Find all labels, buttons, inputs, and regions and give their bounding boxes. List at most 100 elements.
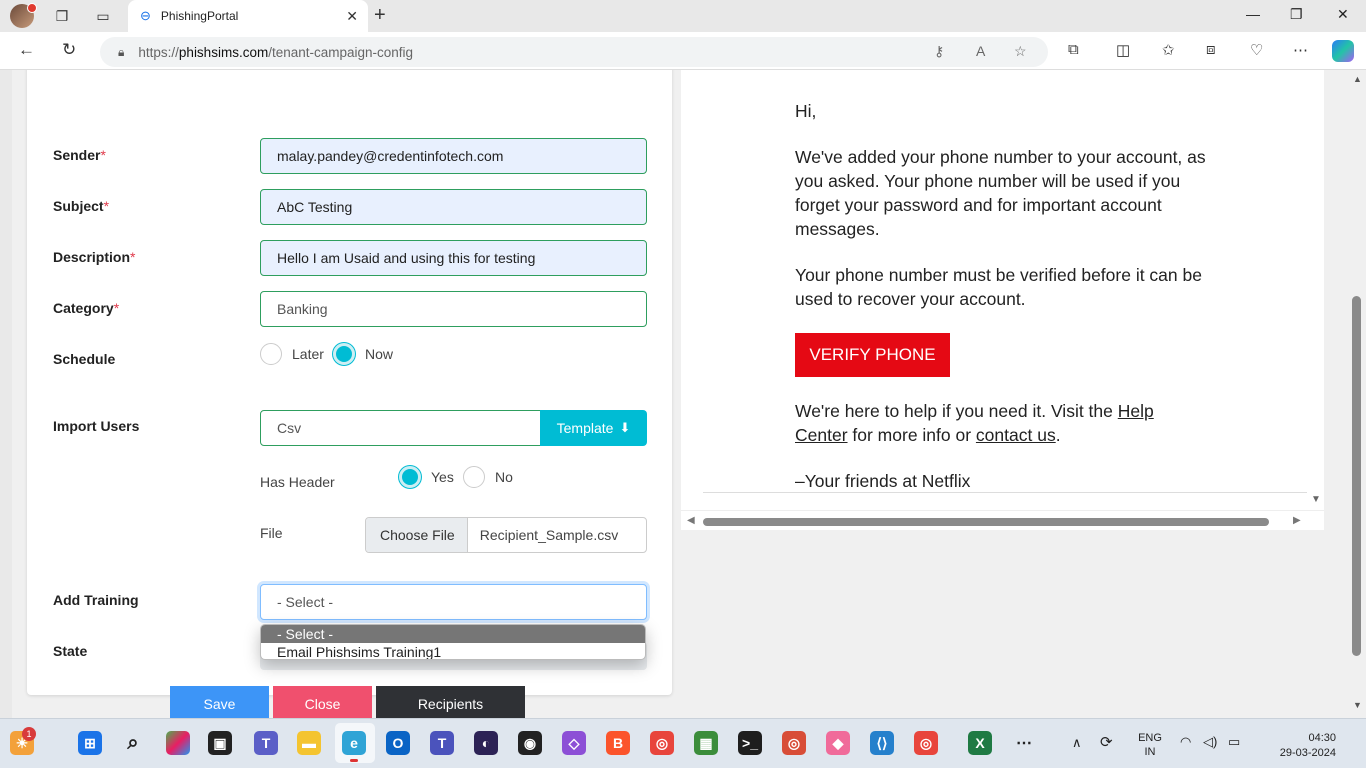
obs-icon[interactable]: ◉: [518, 731, 542, 755]
chrome-profile2-icon[interactable]: ◎: [914, 731, 938, 755]
preview-horizontal-scrollbar[interactable]: ◀ ▶: [681, 510, 1324, 530]
has-header-yes-radio[interactable]: [399, 466, 421, 488]
profile-avatar[interactable]: [10, 3, 37, 28]
dropdown-option[interactable]: - Select -: [261, 625, 645, 643]
copilot-app-icon[interactable]: [166, 731, 190, 755]
scrollbar-thumb[interactable]: [1352, 296, 1361, 656]
link-icon: ⊖: [140, 8, 151, 23]
scroll-right-arrow-icon[interactable]: ▶: [1293, 515, 1301, 526]
close-button[interactable]: Close: [273, 686, 372, 718]
language-indicator[interactable]: ENG IN: [1134, 731, 1166, 759]
task-view-icon[interactable]: ▣: [208, 731, 232, 755]
description-input[interactable]: Hello I am Usaid and using this for test…: [260, 240, 647, 276]
vscode-icon[interactable]: ⟨⟩: [870, 731, 894, 755]
signoff: –Your friends at Netflix: [795, 471, 971, 491]
teams-work-icon[interactable]: T: [430, 731, 454, 755]
visual-studio-icon[interactable]: ◇: [562, 731, 586, 755]
show-hidden-icons[interactable]: ∧: [1072, 735, 1082, 751]
scroll-down-arrow-icon[interactable]: ▼: [1311, 494, 1321, 505]
scroll-down-arrow-icon[interactable]: ▼: [1353, 700, 1362, 710]
read-aloud-icon[interactable]: A: [976, 43, 985, 59]
git-icon[interactable]: ◆: [826, 731, 850, 755]
browser-essentials-icon[interactable]: ♡: [1250, 41, 1263, 59]
chrome-icon[interactable]: ◎: [650, 731, 674, 755]
category-label: Category*: [53, 300, 120, 316]
copilot-icon[interactable]: [1332, 40, 1354, 62]
schedule-now-label: Now: [365, 346, 394, 362]
campaign-form: Sender* malay.pandey@credentinfotech.com…: [27, 70, 672, 718]
back-icon[interactable]: ←: [18, 40, 35, 60]
url-bar[interactable]: 🔒︎ https://phishsims.com/tenant-campaign…: [100, 37, 1048, 67]
search-icon[interactable]: ⌕: [121, 731, 145, 755]
template-download-button[interactable]: Template ⬇: [540, 410, 647, 446]
has-header-no-radio[interactable]: [463, 466, 485, 488]
close-tab-icon[interactable]: ✕: [346, 8, 358, 25]
address-toolbar: ← ↻ 🔒︎ https://phishsims.com/tenant-camp…: [0, 32, 1366, 70]
brave-icon[interactable]: B: [606, 731, 630, 755]
password-key-icon[interactable]: ⚷: [934, 43, 944, 60]
weather-badge: 1: [22, 727, 36, 741]
schedule-now-radio[interactable]: [333, 343, 355, 365]
new-tab-icon[interactable]: +: [374, 4, 386, 27]
schedule-later-radio[interactable]: [260, 343, 282, 365]
windows-taskbar: ☀ 1 ⊞ ⌕ ▣ T ▬ e O T ◐ ◉ ◇ B ◎ ▦ >_ ◎ ◆ ⟨…: [0, 718, 1366, 768]
tab-title: PhishingPortal: [160, 9, 239, 23]
split-screen-icon[interactable]: ◫: [1116, 41, 1130, 59]
dropdown-option[interactable]: Email Phishsims Training1: [261, 643, 645, 659]
eclipse-icon[interactable]: ◐: [474, 731, 498, 755]
extensions-icon[interactable]: ⧉: [1068, 41, 1079, 58]
favorites-icon[interactable]: ✩: [1162, 41, 1175, 59]
scroll-left-arrow-icon[interactable]: ◀: [687, 515, 695, 526]
description-label: Description*: [53, 249, 136, 265]
sender-label: Sender*: [53, 147, 106, 163]
excel-icon[interactable]: X: [968, 731, 992, 755]
collections-icon[interactable]: ⧈: [1206, 41, 1216, 58]
volume-icon[interactable]: ◁): [1203, 734, 1217, 750]
page-vertical-scrollbar[interactable]: ▲ ▼: [1348, 70, 1366, 718]
file-input[interactable]: Choose File Recipient_Sample.csv: [365, 517, 647, 553]
workspaces-icon[interactable]: ❐: [51, 6, 73, 26]
start-icon[interactable]: ⊞: [78, 731, 102, 755]
greeting: Hi,: [795, 101, 817, 121]
file-explorer-icon[interactable]: ▬: [297, 731, 321, 755]
save-button[interactable]: Save: [170, 686, 269, 718]
import-users-label: Import Users: [53, 418, 140, 434]
terminal-icon[interactable]: >_: [738, 731, 762, 755]
sender-input[interactable]: malay.pandey@credentinfotech.com: [260, 138, 647, 174]
scrollbar-thumb[interactable]: [703, 518, 1269, 526]
sync-icon[interactable]: ⟳: [1100, 733, 1113, 751]
choose-file-button[interactable]: Choose File: [366, 518, 468, 552]
subject-input[interactable]: AbC Testing: [260, 189, 647, 225]
clock[interactable]: 04:30 29-03-2024: [1256, 731, 1336, 761]
verify-phone-button[interactable]: VERIFY PHONE: [795, 333, 950, 377]
app-icon[interactable]: ▦: [694, 731, 718, 755]
minimize-icon[interactable]: —: [1246, 6, 1260, 22]
browser-tab[interactable]: ⊖ PhishingPortal ✕: [128, 0, 368, 32]
outlook-icon[interactable]: O: [386, 731, 410, 755]
contact-us-link[interactable]: contact us: [976, 425, 1056, 445]
more-apps-icon[interactable]: ⋯: [1012, 731, 1036, 755]
lock-icon[interactable]: 🔒︎: [118, 45, 124, 60]
teams-icon[interactable]: T: [254, 731, 278, 755]
more-menu-icon[interactable]: ⋯: [1293, 41, 1308, 59]
scroll-up-arrow-icon[interactable]: ▲: [1353, 74, 1362, 84]
add-training-select[interactable]: - Select -: [260, 584, 647, 620]
category-select[interactable]: Banking: [260, 291, 647, 327]
browser-title-bar: ❐ ▭ ⊖ PhishingPortal ✕ + — ❐ ✕: [0, 0, 1366, 32]
import-users-select[interactable]: Csv: [260, 410, 541, 446]
favorite-star-icon[interactable]: ☆: [1014, 43, 1027, 60]
wifi-icon[interactable]: ◠: [1180, 734, 1191, 750]
email-preview-pane: Hi, We've added your phone number to you…: [681, 70, 1324, 530]
window-close-icon[interactable]: ✕: [1337, 6, 1349, 23]
battery-icon[interactable]: ▭: [1228, 734, 1240, 750]
tab-actions-icon[interactable]: ▭: [92, 6, 114, 26]
download-icon: ⬇: [619, 420, 631, 435]
preview-vertical-scrollbar[interactable]: ▼: [1308, 70, 1324, 510]
schedule-label: Schedule: [53, 351, 116, 367]
recipients-button[interactable]: Recipients: [376, 686, 525, 718]
edge-icon[interactable]: e: [342, 731, 366, 762]
chrome-profile-icon[interactable]: ◎: [782, 731, 806, 755]
restore-icon[interactable]: ❐: [1290, 6, 1303, 23]
refresh-icon[interactable]: ↻: [62, 40, 76, 60]
preview-paragraph: Your phone number must be verified befor…: [795, 265, 1202, 309]
